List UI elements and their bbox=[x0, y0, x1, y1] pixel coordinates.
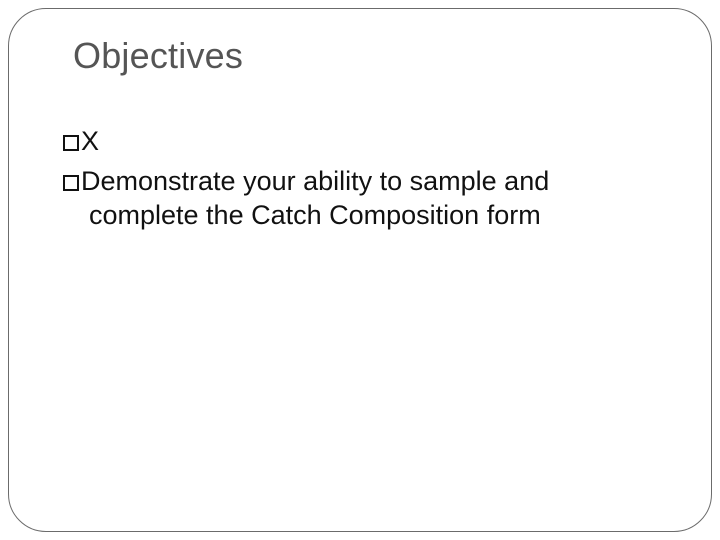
bullet-text-continuation: complete the Catch Composition form bbox=[89, 199, 657, 233]
bullet-text: X bbox=[81, 126, 99, 156]
slide-border: Objectives X Demonstrate your ability to… bbox=[8, 8, 712, 532]
bullet-text: Demonstrate your ability to sample and bbox=[81, 166, 549, 196]
list-item: Demonstrate your ability to sample and c… bbox=[63, 165, 657, 233]
square-bullet-icon bbox=[63, 135, 79, 151]
list-item: X bbox=[63, 125, 657, 159]
bullet-list: X Demonstrate your ability to sample and… bbox=[63, 125, 657, 232]
slide: Objectives X Demonstrate your ability to… bbox=[0, 0, 720, 540]
slide-title: Objectives bbox=[73, 35, 657, 77]
square-bullet-icon bbox=[63, 175, 79, 191]
